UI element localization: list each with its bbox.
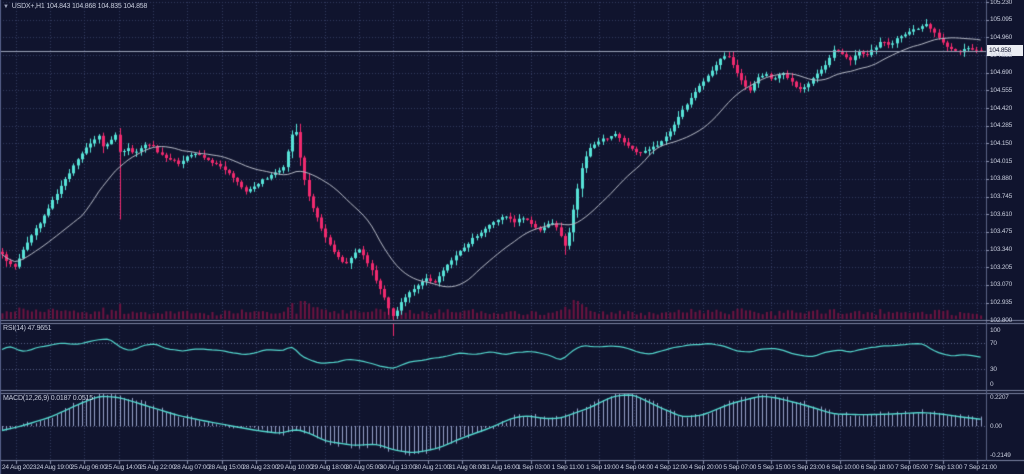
time-axis-label: 31 Aug 16:00: [483, 464, 519, 471]
time-axis-label: 25 Aug 14:00: [105, 464, 141, 471]
price-axis-label: 103.745: [990, 193, 1012, 200]
time-axis-label: 31 Aug 08:00: [449, 464, 485, 471]
time-axis-label: 7 Sep 13:00: [929, 464, 962, 471]
rsi-indicator-label: RSI(14) 47.9651: [3, 325, 51, 332]
macd-axis-label: 0.00: [990, 423, 1002, 430]
time-axis-label: 29 Aug 10:00: [277, 464, 313, 471]
price-axis-label: 103.070: [990, 281, 1012, 288]
price-axis-label: 103.880: [990, 175, 1012, 182]
time-axis-label: 24 Aug 19:00: [36, 464, 72, 471]
price-axis-label: 104.825: [990, 52, 1012, 59]
time-axis-label: 6 Sep 18:00: [861, 464, 894, 471]
time-axis-label: 5 Sep 23:00: [792, 464, 825, 471]
time-axis-label: 4 Sep 20:00: [689, 464, 722, 471]
price-axis-label: 104.015: [990, 158, 1012, 165]
price-axis-label: 104.285: [990, 122, 1012, 129]
time-axis-label: 29 Aug 18:00: [311, 464, 347, 471]
time-axis-label: 30 Aug 13:00: [380, 464, 416, 471]
time-axis-label: 7 Sep 21:00: [964, 464, 997, 471]
price-axis-label: 103.340: [990, 246, 1012, 253]
price-axis-label: 103.205: [990, 264, 1012, 271]
time-axis-label: 5 Sep 07:00: [723, 464, 756, 471]
time-axis-label: 1 Sep 11:00: [552, 464, 584, 471]
time-axis-label: 28 Aug 15:00: [208, 464, 244, 471]
chart-canvas[interactable]: [0, 0, 1024, 474]
time-axis-label: 5 Sep 15:00: [758, 464, 791, 471]
price-axis-label: 105.095: [990, 16, 1012, 23]
price-axis-label: 105.230: [990, 0, 1012, 6]
time-axis-label: 24 Aug 2023: [2, 464, 36, 471]
time-axis-label: 30 Aug 21:00: [414, 464, 450, 471]
price-axis-label: 104.555: [990, 87, 1012, 94]
time-axis-label: 30 Aug 05:00: [346, 464, 382, 471]
price-axis-label: 104.690: [990, 69, 1012, 76]
rsi-axis-label: 100: [990, 327, 1000, 334]
price-axis-label: 104.960: [990, 34, 1012, 41]
symbol-dropdown-icon[interactable]: ▼: [3, 4, 9, 10]
price-axis-label: 102.800: [990, 317, 1012, 324]
time-axis-label: 28 Aug 23:00: [242, 464, 278, 471]
trading-chart-window: ▼ USDX+,H1 104.843 104.868 104.835 104.8…: [0, 0, 1024, 474]
price-axis-label: 102.935: [990, 299, 1012, 306]
time-axis-label: 25 Aug 06:00: [71, 464, 107, 471]
macd-axis-label: -0.2149: [990, 452, 1011, 459]
time-axis-label: 4 Sep 04:00: [620, 464, 653, 471]
price-axis-label: 103.475: [990, 228, 1012, 235]
macd-indicator-label: MACD(12,26,9) 0.0187 0.0515: [3, 395, 93, 402]
time-axis-label: 7 Sep 05:00: [895, 464, 928, 471]
price-axis-label: 104.150: [990, 140, 1012, 147]
rsi-axis-label: 70: [990, 340, 997, 347]
time-axis-label: 4 Sep 12:00: [655, 464, 688, 471]
time-axis-label: 1 Sep 19:00: [586, 464, 619, 471]
chart-title-text: USDX+,H1 104.843 104.868 104.835 104.858: [12, 3, 147, 10]
time-axis-label: 1 Sep 03:00: [517, 464, 550, 471]
chart-title: ▼ USDX+,H1 104.843 104.868 104.835 104.8…: [3, 3, 147, 10]
price-axis-label: 103.610: [990, 211, 1012, 218]
rsi-axis-label: 30: [990, 366, 997, 373]
rsi-axis-label: 0: [990, 381, 993, 388]
time-axis-label: 6 Sep 10:00: [826, 464, 859, 471]
time-axis-label: 25 Aug 22:00: [139, 464, 175, 471]
time-axis-label: 28 Aug 07:00: [174, 464, 210, 471]
price-axis-label: 104.420: [990, 105, 1012, 112]
macd-axis-label: 0.2207: [990, 394, 1009, 401]
